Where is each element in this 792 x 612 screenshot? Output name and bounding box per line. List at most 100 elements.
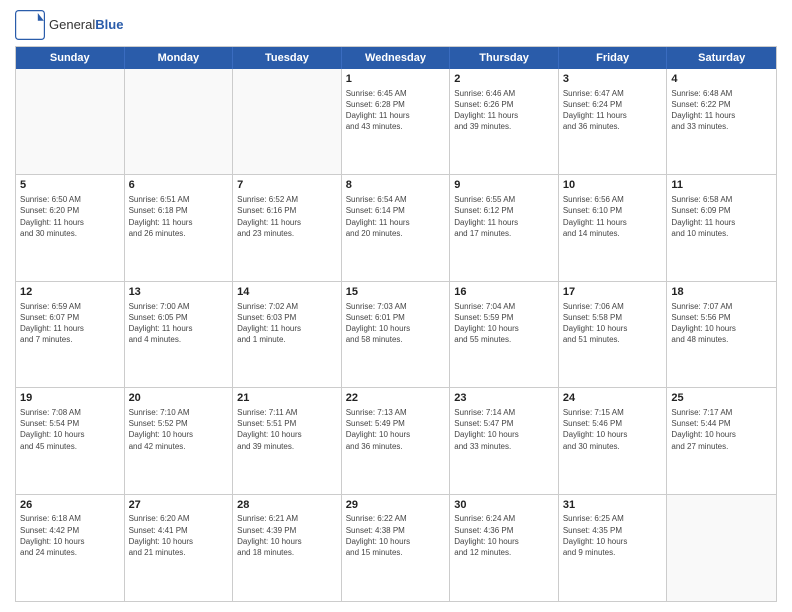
calendar-cell: 8Sunrise: 6:54 AM Sunset: 6:14 PM Daylig… <box>342 175 451 280</box>
day-number: 23 <box>454 391 554 406</box>
weekday-header: Tuesday <box>233 47 342 69</box>
day-number: 26 <box>20 498 120 513</box>
cell-info: Sunrise: 6:51 AM Sunset: 6:18 PM Dayligh… <box>129 194 229 239</box>
calendar-body: 1Sunrise: 6:45 AM Sunset: 6:28 PM Daylig… <box>16 69 776 601</box>
cell-info: Sunrise: 6:56 AM Sunset: 6:10 PM Dayligh… <box>563 194 663 239</box>
calendar-cell: 16Sunrise: 7:04 AM Sunset: 5:59 PM Dayli… <box>450 282 559 387</box>
day-number: 12 <box>20 285 120 300</box>
day-number: 13 <box>129 285 229 300</box>
calendar-cell <box>125 69 234 174</box>
weekday-header: Saturday <box>667 47 776 69</box>
weekday-header: Friday <box>559 47 668 69</box>
cell-info: Sunrise: 6:50 AM Sunset: 6:20 PM Dayligh… <box>20 194 120 239</box>
cell-info: Sunrise: 6:20 AM Sunset: 4:41 PM Dayligh… <box>129 513 229 558</box>
day-number: 5 <box>20 178 120 193</box>
calendar-cell: 22Sunrise: 7:13 AM Sunset: 5:49 PM Dayli… <box>342 388 451 493</box>
cell-info: Sunrise: 7:11 AM Sunset: 5:51 PM Dayligh… <box>237 407 337 452</box>
cell-info: Sunrise: 7:14 AM Sunset: 5:47 PM Dayligh… <box>454 407 554 452</box>
calendar-cell: 29Sunrise: 6:22 AM Sunset: 4:38 PM Dayli… <box>342 495 451 601</box>
calendar-row: 19Sunrise: 7:08 AM Sunset: 5:54 PM Dayli… <box>16 388 776 494</box>
day-number: 28 <box>237 498 337 513</box>
calendar-cell <box>667 495 776 601</box>
day-number: 21 <box>237 391 337 406</box>
calendar-cell: 4Sunrise: 6:48 AM Sunset: 6:22 PM Daylig… <box>667 69 776 174</box>
calendar-row: 26Sunrise: 6:18 AM Sunset: 4:42 PM Dayli… <box>16 495 776 601</box>
calendar-cell: 28Sunrise: 6:21 AM Sunset: 4:39 PM Dayli… <box>233 495 342 601</box>
calendar-cell: 24Sunrise: 7:15 AM Sunset: 5:46 PM Dayli… <box>559 388 668 493</box>
day-number: 2 <box>454 72 554 87</box>
day-number: 25 <box>671 391 772 406</box>
day-number: 30 <box>454 498 554 513</box>
calendar-cell: 30Sunrise: 6:24 AM Sunset: 4:36 PM Dayli… <box>450 495 559 601</box>
cell-info: Sunrise: 6:55 AM Sunset: 6:12 PM Dayligh… <box>454 194 554 239</box>
day-number: 4 <box>671 72 772 87</box>
cell-info: Sunrise: 7:10 AM Sunset: 5:52 PM Dayligh… <box>129 407 229 452</box>
cell-info: Sunrise: 7:13 AM Sunset: 5:49 PM Dayligh… <box>346 407 446 452</box>
calendar-cell: 21Sunrise: 7:11 AM Sunset: 5:51 PM Dayli… <box>233 388 342 493</box>
weekday-header: Thursday <box>450 47 559 69</box>
cell-info: Sunrise: 6:47 AM Sunset: 6:24 PM Dayligh… <box>563 88 663 133</box>
calendar-cell: 1Sunrise: 6:45 AM Sunset: 6:28 PM Daylig… <box>342 69 451 174</box>
day-number: 16 <box>454 285 554 300</box>
cell-info: Sunrise: 6:45 AM Sunset: 6:28 PM Dayligh… <box>346 88 446 133</box>
calendar-cell: 27Sunrise: 6:20 AM Sunset: 4:41 PM Dayli… <box>125 495 234 601</box>
day-number: 7 <box>237 178 337 193</box>
day-number: 15 <box>346 285 446 300</box>
calendar-row: 5Sunrise: 6:50 AM Sunset: 6:20 PM Daylig… <box>16 175 776 281</box>
calendar-cell: 18Sunrise: 7:07 AM Sunset: 5:56 PM Dayli… <box>667 282 776 387</box>
calendar-cell: 31Sunrise: 6:25 AM Sunset: 4:35 PM Dayli… <box>559 495 668 601</box>
cell-info: Sunrise: 7:00 AM Sunset: 6:05 PM Dayligh… <box>129 301 229 346</box>
cell-info: Sunrise: 7:08 AM Sunset: 5:54 PM Dayligh… <box>20 407 120 452</box>
calendar-cell: 3Sunrise: 6:47 AM Sunset: 6:24 PM Daylig… <box>559 69 668 174</box>
day-number: 1 <box>346 72 446 87</box>
day-number: 14 <box>237 285 337 300</box>
calendar-cell: 13Sunrise: 7:00 AM Sunset: 6:05 PM Dayli… <box>125 282 234 387</box>
calendar-cell: 23Sunrise: 7:14 AM Sunset: 5:47 PM Dayli… <box>450 388 559 493</box>
day-number: 10 <box>563 178 663 193</box>
day-number: 20 <box>129 391 229 406</box>
calendar-cell: 2Sunrise: 6:46 AM Sunset: 6:26 PM Daylig… <box>450 69 559 174</box>
cell-info: Sunrise: 7:06 AM Sunset: 5:58 PM Dayligh… <box>563 301 663 346</box>
day-number: 22 <box>346 391 446 406</box>
day-number: 29 <box>346 498 446 513</box>
calendar-cell: 20Sunrise: 7:10 AM Sunset: 5:52 PM Dayli… <box>125 388 234 493</box>
calendar-cell: 7Sunrise: 6:52 AM Sunset: 6:16 PM Daylig… <box>233 175 342 280</box>
cell-info: Sunrise: 7:04 AM Sunset: 5:59 PM Dayligh… <box>454 301 554 346</box>
calendar-cell: 26Sunrise: 6:18 AM Sunset: 4:42 PM Dayli… <box>16 495 125 601</box>
day-number: 6 <box>129 178 229 193</box>
calendar-cell: 12Sunrise: 6:59 AM Sunset: 6:07 PM Dayli… <box>16 282 125 387</box>
day-number: 18 <box>671 285 772 300</box>
logo: GeneralBlue <box>15 10 123 40</box>
cell-info: Sunrise: 6:25 AM Sunset: 4:35 PM Dayligh… <box>563 513 663 558</box>
calendar-cell: 19Sunrise: 7:08 AM Sunset: 5:54 PM Dayli… <box>16 388 125 493</box>
calendar-row: 1Sunrise: 6:45 AM Sunset: 6:28 PM Daylig… <box>16 69 776 175</box>
weekday-header: Monday <box>125 47 234 69</box>
cell-info: Sunrise: 7:03 AM Sunset: 6:01 PM Dayligh… <box>346 301 446 346</box>
calendar-cell: 11Sunrise: 6:58 AM Sunset: 6:09 PM Dayli… <box>667 175 776 280</box>
cell-info: Sunrise: 6:54 AM Sunset: 6:14 PM Dayligh… <box>346 194 446 239</box>
day-number: 11 <box>671 178 772 193</box>
cell-info: Sunrise: 6:48 AM Sunset: 6:22 PM Dayligh… <box>671 88 772 133</box>
cell-info: Sunrise: 6:24 AM Sunset: 4:36 PM Dayligh… <box>454 513 554 558</box>
cell-info: Sunrise: 6:46 AM Sunset: 6:26 PM Dayligh… <box>454 88 554 133</box>
day-number: 3 <box>563 72 663 87</box>
logo-icon <box>15 10 45 40</box>
weekday-header: Wednesday <box>342 47 451 69</box>
page: GeneralBlue SundayMondayTuesdayWednesday… <box>0 0 792 612</box>
calendar-row: 12Sunrise: 6:59 AM Sunset: 6:07 PM Dayli… <box>16 282 776 388</box>
cell-info: Sunrise: 7:02 AM Sunset: 6:03 PM Dayligh… <box>237 301 337 346</box>
cell-info: Sunrise: 6:18 AM Sunset: 4:42 PM Dayligh… <box>20 513 120 558</box>
weekday-header: Sunday <box>16 47 125 69</box>
calendar-cell: 17Sunrise: 7:06 AM Sunset: 5:58 PM Dayli… <box>559 282 668 387</box>
cell-info: Sunrise: 7:17 AM Sunset: 5:44 PM Dayligh… <box>671 407 772 452</box>
calendar-cell: 14Sunrise: 7:02 AM Sunset: 6:03 PM Dayli… <box>233 282 342 387</box>
day-number: 27 <box>129 498 229 513</box>
calendar-cell: 9Sunrise: 6:55 AM Sunset: 6:12 PM Daylig… <box>450 175 559 280</box>
calendar-cell <box>233 69 342 174</box>
calendar-cell: 5Sunrise: 6:50 AM Sunset: 6:20 PM Daylig… <box>16 175 125 280</box>
logo-general-text: General <box>49 17 95 32</box>
calendar-cell: 25Sunrise: 7:17 AM Sunset: 5:44 PM Dayli… <box>667 388 776 493</box>
cell-info: Sunrise: 6:52 AM Sunset: 6:16 PM Dayligh… <box>237 194 337 239</box>
calendar-cell: 10Sunrise: 6:56 AM Sunset: 6:10 PM Dayli… <box>559 175 668 280</box>
day-number: 8 <box>346 178 446 193</box>
